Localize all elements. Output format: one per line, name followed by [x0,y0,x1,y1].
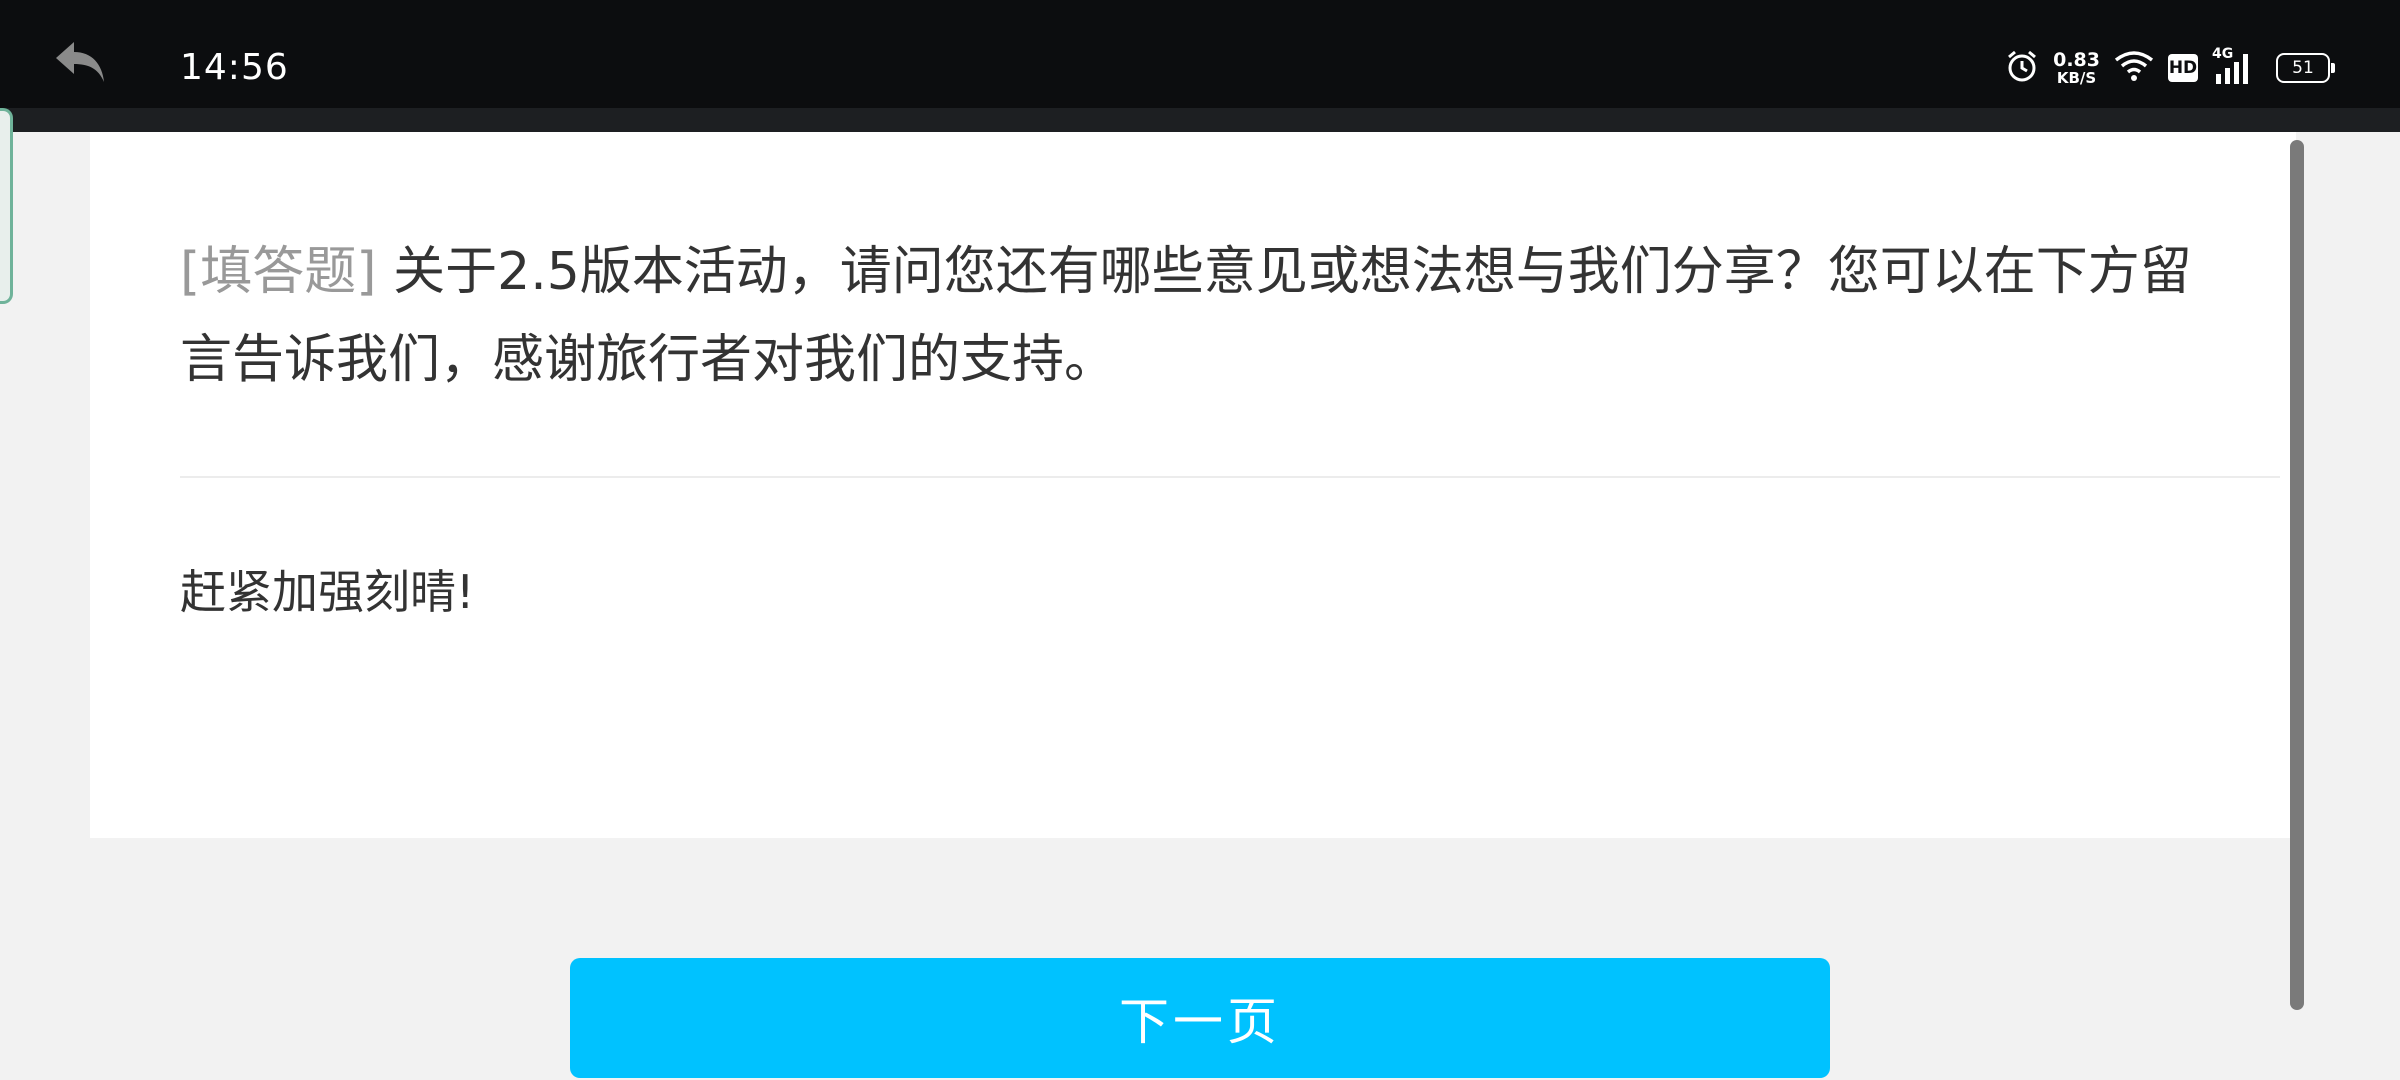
status-icons: 0.83 KB/S HD 4G 51 [2005,46,2335,90]
question-body: 关于2.5版本活动，请问您还有哪些意见或想法想与我们分享？您可以在下方留言告诉我… [180,242,2192,390]
net-speed: 0.83 KB/S [2053,48,2100,87]
wifi-icon [2114,50,2154,86]
alarm-icon [2005,49,2039,87]
net-speed-unit: KB/S [2056,68,2097,87]
question-text: [填答题] 关于2.5版本活动，请问您还有哪些意见或想法想与我们分享？您可以在下… [180,228,2220,404]
question-type-label: [填答题] [180,242,377,302]
edge-panel-handle[interactable] [0,108,13,304]
hd-badge: HD [2168,54,2198,82]
scrollbar[interactable] [2290,140,2304,1010]
answer-textarea[interactable]: 赶紧加强刻晴! [180,562,474,622]
divider [180,476,2280,478]
battery-level: 51 [2292,58,2314,78]
back-arrow-icon[interactable] [52,34,112,94]
battery-icon: 51 [2276,53,2335,83]
next-page-button[interactable]: 下一页 [570,958,1830,1078]
status-bar: 14:56 0.83 KB/S HD 4G 51 [0,0,2400,108]
status-time: 14:56 [180,47,289,88]
net-speed-value: 0.83 [2053,48,2100,71]
question-card: [填答题] 关于2.5版本活动，请问您还有哪些意见或想法想与我们分享？您可以在下… [90,132,2296,838]
status-bar-shadow [0,108,2400,132]
signal-icon: 4G [2212,46,2252,86]
